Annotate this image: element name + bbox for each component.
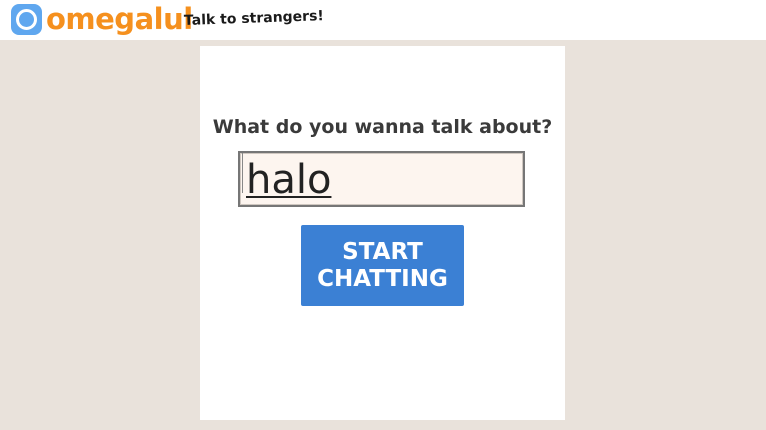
start-chatting-button[interactable]: START CHATTING — [301, 225, 464, 306]
text-caret — [242, 153, 243, 193]
logo-text[interactable]: omegalul — [46, 0, 193, 38]
topic-input[interactable]: halo — [238, 151, 525, 207]
start-button-label-line1: START — [342, 238, 423, 265]
logo-icon[interactable] — [11, 4, 42, 35]
start-button-label-line2: CHATTING — [317, 265, 448, 292]
topic-question: What do you wanna talk about? — [212, 116, 553, 138]
topic-input-value: halo — [246, 157, 332, 203]
top-bar: omegalul Talk to strangers! — [0, 0, 766, 40]
tagline: Talk to strangers! — [183, 8, 325, 29]
